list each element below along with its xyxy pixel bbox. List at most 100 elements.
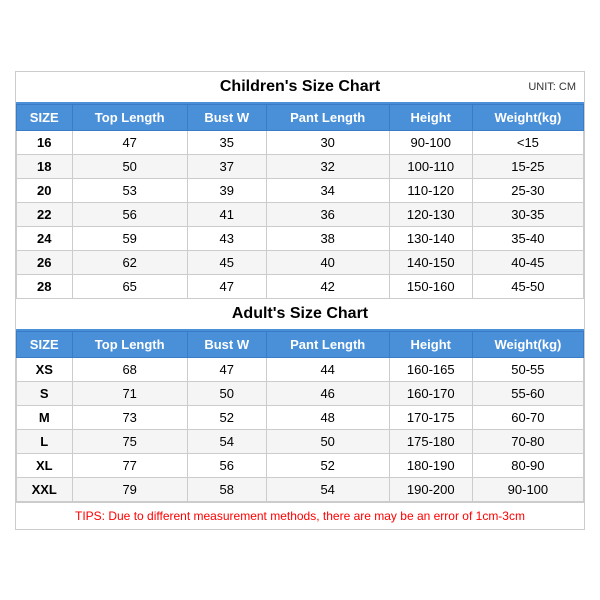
table-cell: 73	[72, 405, 187, 429]
table-cell: 160-170	[389, 381, 472, 405]
table-cell: 50	[266, 429, 389, 453]
table-cell: 39	[187, 178, 266, 202]
table-cell: 70-80	[472, 429, 583, 453]
table-row: XXL795854190-20090-100	[17, 477, 584, 501]
table-row: 22564136120-13030-35	[17, 202, 584, 226]
table-cell: 140-150	[389, 250, 472, 274]
table-cell: 59	[72, 226, 187, 250]
table-cell: 44	[266, 357, 389, 381]
table-cell: 38	[266, 226, 389, 250]
table-cell: 50	[187, 381, 266, 405]
table-cell: 68	[72, 357, 187, 381]
children-chart-section: Children's Size Chart UNIT: CM SIZE Top …	[16, 72, 584, 299]
table-cell: 45	[187, 250, 266, 274]
table-row: 24594338130-14035-40	[17, 226, 584, 250]
table-cell: 47	[187, 274, 266, 298]
table-cell: 90-100	[389, 130, 472, 154]
table-cell: 36	[266, 202, 389, 226]
table-cell: 35-40	[472, 226, 583, 250]
table-cell: 52	[187, 405, 266, 429]
children-chart-title: Children's Size Chart	[220, 78, 380, 96]
children-chart-title-row: Children's Size Chart UNIT: CM	[16, 72, 584, 104]
children-col-height: Height	[389, 104, 472, 130]
adults-col-top-length: Top Length	[72, 331, 187, 357]
table-cell: 120-130	[389, 202, 472, 226]
adults-col-weight: Weight(kg)	[472, 331, 583, 357]
adults-chart-title: Adult's Size Chart	[232, 305, 368, 323]
table-cell: 54	[187, 429, 266, 453]
table-cell: 62	[72, 250, 187, 274]
table-cell: 40-45	[472, 250, 583, 274]
table-row: 20533934110-12025-30	[17, 178, 584, 202]
table-cell: 47	[72, 130, 187, 154]
table-cell: 54	[266, 477, 389, 501]
table-cell: 30-35	[472, 202, 583, 226]
table-cell: 20	[17, 178, 73, 202]
table-row: XL775652180-19080-90	[17, 453, 584, 477]
table-cell: 46	[266, 381, 389, 405]
table-cell: 47	[187, 357, 266, 381]
table-cell: 160-165	[389, 357, 472, 381]
table-cell: 100-110	[389, 154, 472, 178]
table-cell: 24	[17, 226, 73, 250]
table-cell: 30	[266, 130, 389, 154]
table-cell: 65	[72, 274, 187, 298]
adults-col-height: Height	[389, 331, 472, 357]
table-cell: 42	[266, 274, 389, 298]
adults-table-body: XS684744160-16550-55S715046160-17055-60M…	[17, 357, 584, 501]
children-col-size: SIZE	[17, 104, 73, 130]
table-cell: 55-60	[472, 381, 583, 405]
table-cell: 45-50	[472, 274, 583, 298]
table-cell: 37	[187, 154, 266, 178]
table-cell: 56	[187, 453, 266, 477]
children-col-top-length: Top Length	[72, 104, 187, 130]
table-cell: 22	[17, 202, 73, 226]
table-cell: M	[17, 405, 73, 429]
adults-header-row: SIZE Top Length Bust W Pant Length Heigh…	[17, 331, 584, 357]
table-row: S715046160-17055-60	[17, 381, 584, 405]
table-cell: 50-55	[472, 357, 583, 381]
children-header-row: SIZE Top Length Bust W Pant Length Heigh…	[17, 104, 584, 130]
table-row: M735248170-17560-70	[17, 405, 584, 429]
unit-label: UNIT: CM	[528, 81, 576, 93]
adults-table: SIZE Top Length Bust W Pant Length Heigh…	[16, 331, 584, 502]
adults-col-pant-length: Pant Length	[266, 331, 389, 357]
table-cell: 16	[17, 130, 73, 154]
table-cell: 110-120	[389, 178, 472, 202]
table-cell: XXL	[17, 477, 73, 501]
table-cell: 77	[72, 453, 187, 477]
table-cell: 28	[17, 274, 73, 298]
table-cell: <15	[472, 130, 583, 154]
children-col-bust-w: Bust W	[187, 104, 266, 130]
table-cell: XL	[17, 453, 73, 477]
size-chart-container: Children's Size Chart UNIT: CM SIZE Top …	[15, 71, 585, 530]
table-row: 1647353090-100<15	[17, 130, 584, 154]
adults-col-bust-w: Bust W	[187, 331, 266, 357]
table-cell: 58	[187, 477, 266, 501]
table-cell: 79	[72, 477, 187, 501]
children-table-body: 1647353090-100<1518503732100-11015-25205…	[17, 130, 584, 298]
tips-row: TIPS: Due to different measurement metho…	[16, 502, 584, 529]
table-cell: 52	[266, 453, 389, 477]
table-cell: 60-70	[472, 405, 583, 429]
table-row: L755450175-18070-80	[17, 429, 584, 453]
table-cell: 34	[266, 178, 389, 202]
table-row: 28654742150-16045-50	[17, 274, 584, 298]
adults-chart-title-row: Adult's Size Chart	[16, 299, 584, 331]
table-cell: 150-160	[389, 274, 472, 298]
table-cell: S	[17, 381, 73, 405]
table-cell: 80-90	[472, 453, 583, 477]
table-cell: 41	[187, 202, 266, 226]
table-cell: 25-30	[472, 178, 583, 202]
table-cell: 190-200	[389, 477, 472, 501]
table-row: XS684744160-16550-55	[17, 357, 584, 381]
children-col-weight: Weight(kg)	[472, 104, 583, 130]
table-cell: 43	[187, 226, 266, 250]
table-cell: 18	[17, 154, 73, 178]
table-cell: 32	[266, 154, 389, 178]
table-cell: 170-175	[389, 405, 472, 429]
table-cell: 48	[266, 405, 389, 429]
table-cell: 35	[187, 130, 266, 154]
table-cell: 26	[17, 250, 73, 274]
table-cell: 180-190	[389, 453, 472, 477]
